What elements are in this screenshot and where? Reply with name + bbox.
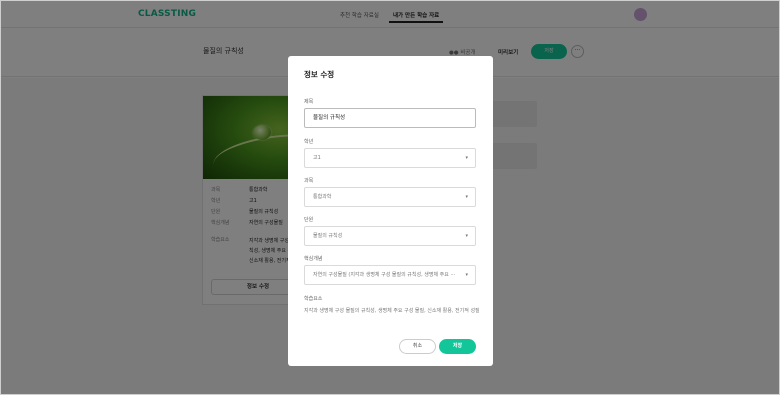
grade-select[interactable]: 고1 ▾ (304, 148, 476, 168)
unit-select-value: 물질의 규칙성 (313, 233, 343, 239)
modal-title: 정보 수정 (304, 70, 335, 79)
chevron-down-icon: ▾ (465, 194, 468, 200)
save-button[interactable]: 저장 (439, 339, 476, 354)
concept-select-value: 자연의 구성물질 (지각과 생명체 구성 물질의 규칙성, 생명체 주요 ··· (313, 272, 456, 278)
title-label: 제목 (304, 99, 314, 105)
chevron-down-icon: ▾ (465, 233, 468, 239)
subject-label: 과목 (304, 178, 314, 184)
unit-label: 단원 (304, 217, 314, 223)
app-window: CLASSTING 추천 학습 자료실 내가 만든 학습 자료 물질의 규칙성 … (0, 0, 780, 395)
subject-select-value: 통합과학 (313, 194, 332, 200)
chevron-down-icon: ▾ (465, 155, 468, 161)
subject-select[interactable]: 통합과학 ▾ (304, 187, 476, 207)
edit-info-modal: 정보 수정 제목 물질의 규칙성 학년 고1 ▾ 과목 통합과학 ▾ 단원 물질… (288, 56, 493, 366)
grade-select-value: 고1 (313, 155, 321, 161)
grade-label: 학년 (304, 139, 314, 145)
concept-select[interactable]: 자연의 구성물질 (지각과 생명체 구성 물질의 규칙성, 생명체 주요 ···… (304, 265, 476, 285)
elements-label: 학습요소 (304, 296, 323, 302)
elements-text: 지각과 생명체 구성 물질의 규칙성, 생명체 주요 구성 물질, 신소재 활용… (304, 308, 480, 314)
unit-select[interactable]: 물질의 규칙성 ▾ (304, 226, 476, 246)
concept-label: 핵심개념 (304, 256, 323, 262)
title-input[interactable]: 물질의 규칙성 (304, 108, 476, 128)
chevron-down-icon: ▾ (463, 266, 468, 284)
cancel-button[interactable]: 취소 (399, 339, 436, 354)
